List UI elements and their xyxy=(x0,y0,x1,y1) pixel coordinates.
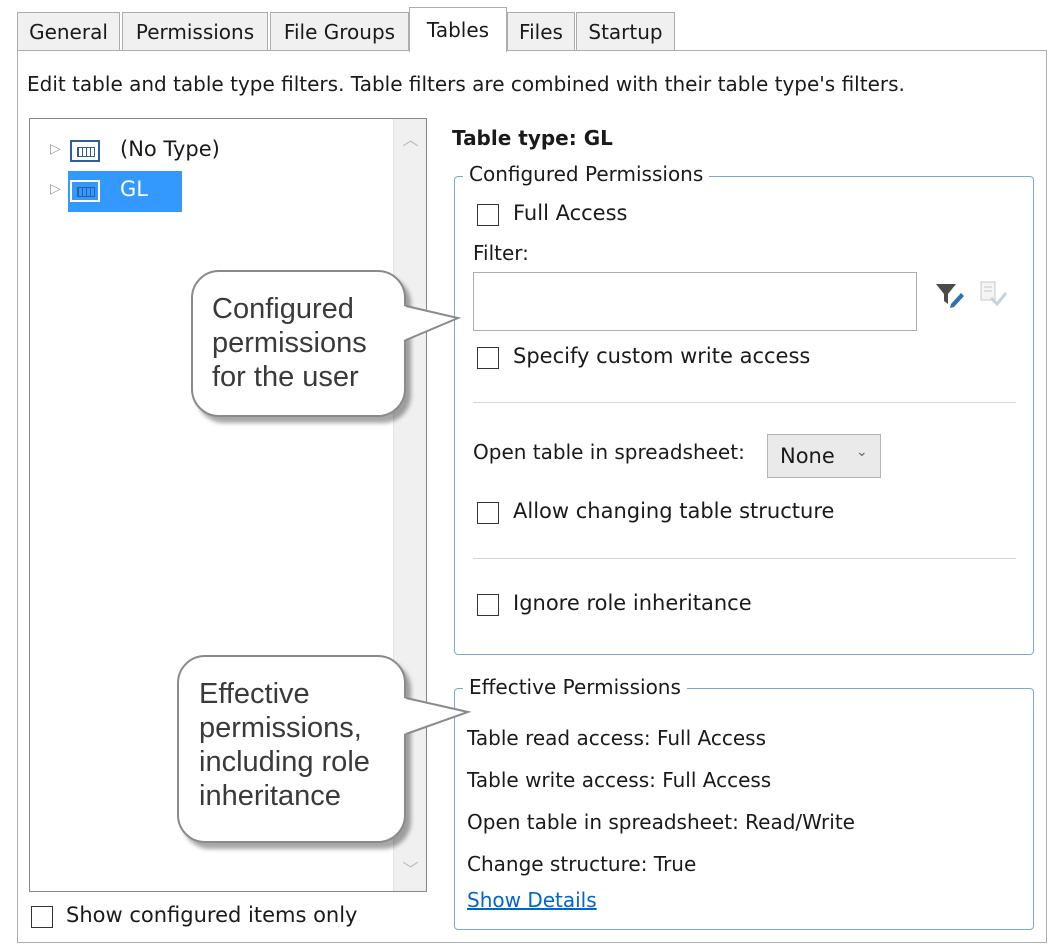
tables-description: Edit table and table type filters. Table… xyxy=(27,72,905,96)
full-access-label: Full Access xyxy=(513,201,628,225)
configured-callout: Configured permissions for the user xyxy=(191,270,406,417)
callout-line: for the user xyxy=(212,361,359,393)
effective-change-structure: Change structure: True xyxy=(467,852,697,876)
open-spreadsheet-select[interactable]: None ⌄ xyxy=(767,434,881,478)
callout-line: permissions, xyxy=(199,712,362,744)
allow-structure-label: Allow changing table structure xyxy=(513,499,835,523)
tree-item-gl[interactable]: ▷ GL xyxy=(30,171,390,212)
callout-line: including role xyxy=(199,746,370,778)
full-access-checkbox[interactable] xyxy=(477,204,499,226)
table-icon xyxy=(70,140,100,162)
ignore-inheritance-checkbox[interactable] xyxy=(477,594,499,616)
ignore-inheritance-label: Ignore role inheritance xyxy=(513,591,752,615)
filter-input[interactable] xyxy=(473,272,917,331)
callout-pointer xyxy=(404,305,462,341)
effective-permissions-legend: Effective Permissions xyxy=(463,675,687,699)
scroll-down-icon[interactable]: ﹀ xyxy=(394,853,427,887)
effective-open-spreadsheet: Open table in spreadsheet: Read/Write xyxy=(467,810,855,834)
tree-item-label: (No Type) xyxy=(120,137,220,161)
configured-permissions-group xyxy=(454,176,1034,655)
table-icon xyxy=(70,180,100,202)
filter-edit-icon[interactable] xyxy=(935,282,967,310)
show-configured-only-label: Show configured items only xyxy=(66,903,358,927)
expander-triangle-icon[interactable]: ▷ xyxy=(50,141,61,157)
chevron-down-icon: ⌄ xyxy=(856,444,868,460)
effective-read-access: Table read access: Full Access xyxy=(467,726,766,750)
allow-structure-checkbox[interactable] xyxy=(477,502,499,524)
show-details-link[interactable]: Show Details xyxy=(467,888,597,912)
custom-write-checkbox[interactable] xyxy=(477,347,499,369)
scroll-up-icon[interactable]: ︿ xyxy=(394,123,427,157)
expander-triangle-icon[interactable]: ▷ xyxy=(50,181,61,197)
open-spreadsheet-value: None xyxy=(780,444,835,468)
table-type-title: Table type: GL xyxy=(452,126,613,150)
filter-label: Filter: xyxy=(473,241,529,265)
tree-item-no-type[interactable]: ▷ (No Type) xyxy=(30,131,390,171)
effective-callout: Effective permissions, including role in… xyxy=(177,655,406,843)
separator xyxy=(473,558,1016,559)
callout-line: Configured xyxy=(212,293,354,325)
show-configured-only-checkbox[interactable] xyxy=(31,906,53,928)
configured-permissions-legend: Configured Permissions xyxy=(463,162,710,186)
custom-write-label: Specify custom write access xyxy=(513,344,811,368)
callout-line: permissions xyxy=(212,327,367,359)
separator xyxy=(473,402,1016,403)
effective-write-access: Table write access: Full Access xyxy=(467,768,772,792)
callout-line: Effective xyxy=(199,678,310,710)
tree-item-label: GL xyxy=(120,177,148,201)
callout-line: inheritance xyxy=(199,780,341,812)
filter-apply-icon[interactable] xyxy=(977,280,1009,310)
callout-pointer xyxy=(404,697,472,735)
open-spreadsheet-label: Open table in spreadsheet: xyxy=(473,440,745,464)
